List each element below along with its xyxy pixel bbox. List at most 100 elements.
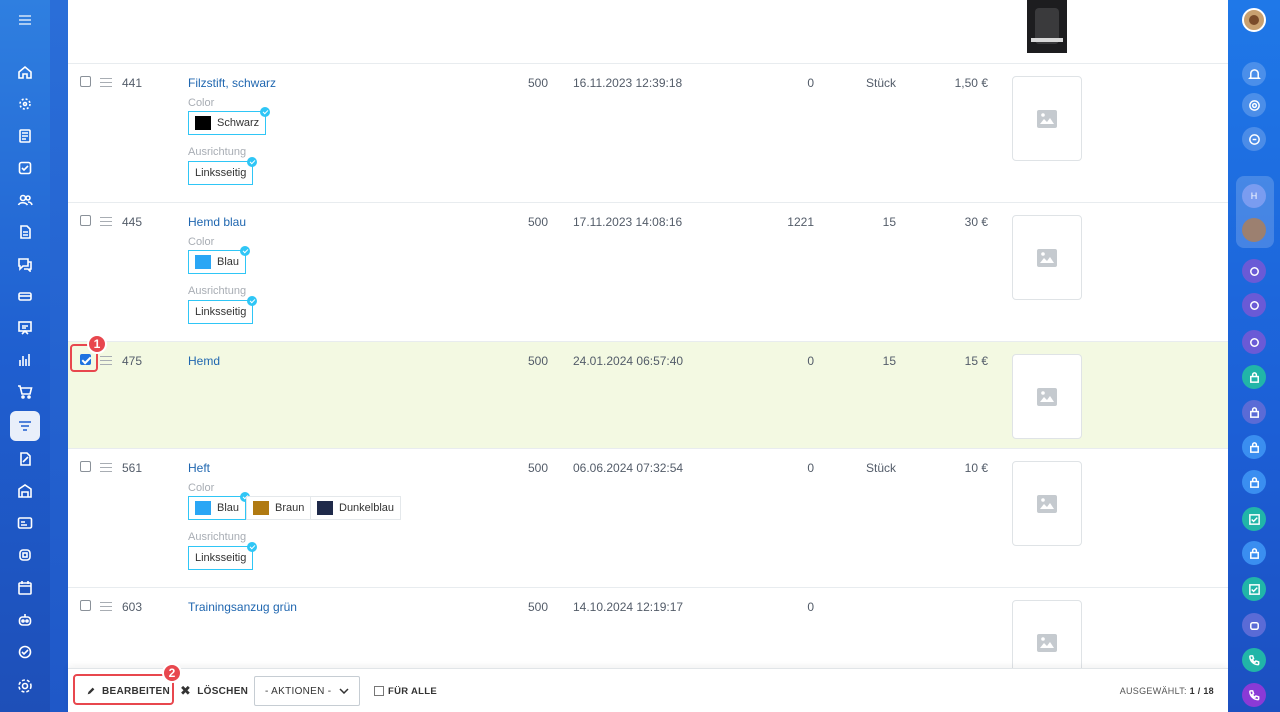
image-icon <box>1037 387 1057 406</box>
row-checkbox[interactable] <box>80 215 91 226</box>
for-all-checkbox[interactable] <box>374 686 384 696</box>
home-icon[interactable] <box>10 57 40 87</box>
product-name-link[interactable]: Trainingsanzug grün <box>188 600 297 614</box>
documents-icon[interactable] <box>10 217 40 247</box>
row-price: 1,50 € <box>954 76 988 90</box>
bot-icon[interactable] <box>1242 613 1266 637</box>
step-badge-1: 1 <box>87 334 107 354</box>
drag-handle-icon[interactable] <box>100 78 112 87</box>
contact-avatar[interactable]: H <box>1242 184 1266 208</box>
row-checkbox[interactable] <box>80 461 91 472</box>
selected-value: 1 / 18 <box>1189 686 1214 696</box>
channel-icon[interactable] <box>1242 259 1266 283</box>
row-id: 445 <box>122 215 143 229</box>
settings-icon[interactable] <box>10 671 40 701</box>
row-unit: 15 <box>882 354 896 368</box>
robot-icon[interactable] <box>10 540 40 570</box>
phone-icon[interactable] <box>1242 648 1266 672</box>
image-placeholder[interactable] <box>1012 76 1082 161</box>
row-date: 24.01.2024 06:57:40 <box>573 354 684 368</box>
property-value-label: Blau <box>217 502 240 514</box>
row-date: 16.11.2023 12:39:18 <box>573 76 683 90</box>
search-chat-icon[interactable] <box>1242 127 1266 151</box>
property-value[interactable]: Blau <box>188 246 251 274</box>
product-name-link[interactable]: Hemd <box>188 354 220 368</box>
chat-icon[interactable] <box>10 249 40 279</box>
crm-icon[interactable] <box>10 281 40 311</box>
catalog-icon[interactable] <box>10 411 40 441</box>
drag-handle-icon[interactable] <box>100 463 112 472</box>
selected-label: AUSGEWÄHLT: <box>1119 686 1187 696</box>
right-sidebar: H <box>1228 0 1280 712</box>
product-image[interactable] <box>1027 0 1067 53</box>
lock-icon[interactable] <box>1242 470 1266 494</box>
actions-select[interactable]: - AKTIONEN - <box>254 676 360 706</box>
delete-button[interactable]: ✖ LÖSCHEN <box>180 679 248 703</box>
target-icon[interactable] <box>1242 93 1266 117</box>
user-avatar[interactable] <box>1242 8 1266 32</box>
property-value-label: Schwarz <box>217 117 260 129</box>
product-name-link[interactable]: Heft <box>188 461 210 475</box>
property-value-label: Dunkelblau <box>339 502 395 514</box>
cart-icon[interactable] <box>10 377 40 407</box>
table-row: 441 Filzstift, schwarz 500 16.11.2023 12… <box>68 64 1228 203</box>
target-icon[interactable] <box>10 89 40 119</box>
warehouse-icon[interactable] <box>10 476 40 506</box>
image-icon <box>1037 494 1057 513</box>
calendar-icon[interactable] <box>10 573 40 603</box>
contact-avatar[interactable] <box>1242 218 1266 242</box>
contacts-icon[interactable] <box>10 185 40 215</box>
menu-icon[interactable] <box>10 5 40 35</box>
presentation-icon[interactable] <box>10 313 40 343</box>
property-value[interactable]: Linksseitig <box>188 542 258 570</box>
color-swatch <box>195 116 211 130</box>
property-value-label: Linksseitig <box>195 306 247 318</box>
actions-select-value: - AKTIONEN - <box>265 685 332 697</box>
channel-icon[interactable] <box>1242 293 1266 317</box>
property-value[interactable]: Linksseitig <box>188 296 258 324</box>
lock-icon[interactable] <box>1242 400 1266 424</box>
color-swatch <box>317 501 333 515</box>
row-date: 14.10.2024 12:19:17 <box>573 600 684 614</box>
tasks-icon[interactable] <box>10 153 40 183</box>
sidebar-gap <box>50 0 68 712</box>
property-value[interactable]: Linksseitig <box>188 157 258 185</box>
row-checkbox[interactable] <box>80 76 91 87</box>
channel-icon[interactable] <box>1242 330 1266 354</box>
property-value[interactable]: Blau <box>188 492 251 520</box>
property-value[interactable]: Schwarz <box>188 107 271 135</box>
property-value-label: Braun <box>275 502 305 514</box>
lock-icon[interactable] <box>1242 541 1266 565</box>
task-icon[interactable] <box>1242 577 1266 601</box>
analytics-icon[interactable] <box>10 345 40 375</box>
property-value[interactable]: Braun <box>246 496 312 520</box>
row-sort: 500 <box>528 354 549 368</box>
task-icon[interactable] <box>1242 507 1266 531</box>
bell-icon[interactable] <box>1242 62 1266 86</box>
image-placeholder[interactable] <box>1012 215 1082 300</box>
phone-icon[interactable] <box>1242 683 1266 707</box>
sign-icon[interactable] <box>10 444 40 474</box>
property-value[interactable]: Dunkelblau <box>310 496 402 520</box>
lock-icon[interactable] <box>1242 365 1266 389</box>
check-icon <box>240 246 251 256</box>
row-quantity: 1221 <box>787 215 814 229</box>
property-label: Color <box>188 236 215 248</box>
delete-button-label: LÖSCHEN <box>197 685 249 697</box>
drag-handle-icon[interactable] <box>100 602 112 611</box>
drag-handle-icon[interactable] <box>100 356 112 365</box>
image-placeholder[interactable] <box>1012 354 1082 439</box>
check-icon <box>247 296 258 306</box>
row-checkbox[interactable] <box>80 600 91 611</box>
feed-icon[interactable] <box>10 121 40 151</box>
row-unit: Stück <box>865 76 896 90</box>
image-placeholder[interactable] <box>1012 461 1082 546</box>
lock-icon[interactable] <box>1242 435 1266 459</box>
product-name-link[interactable]: Hemd blau <box>188 215 246 229</box>
id-card-icon[interactable] <box>10 508 40 538</box>
image-icon <box>1037 109 1057 128</box>
product-name-link[interactable]: Filzstift, schwarz <box>188 76 276 90</box>
drag-handle-icon[interactable] <box>100 217 112 226</box>
marketplace-icon[interactable] <box>10 637 40 667</box>
bot-icon[interactable] <box>10 605 40 635</box>
